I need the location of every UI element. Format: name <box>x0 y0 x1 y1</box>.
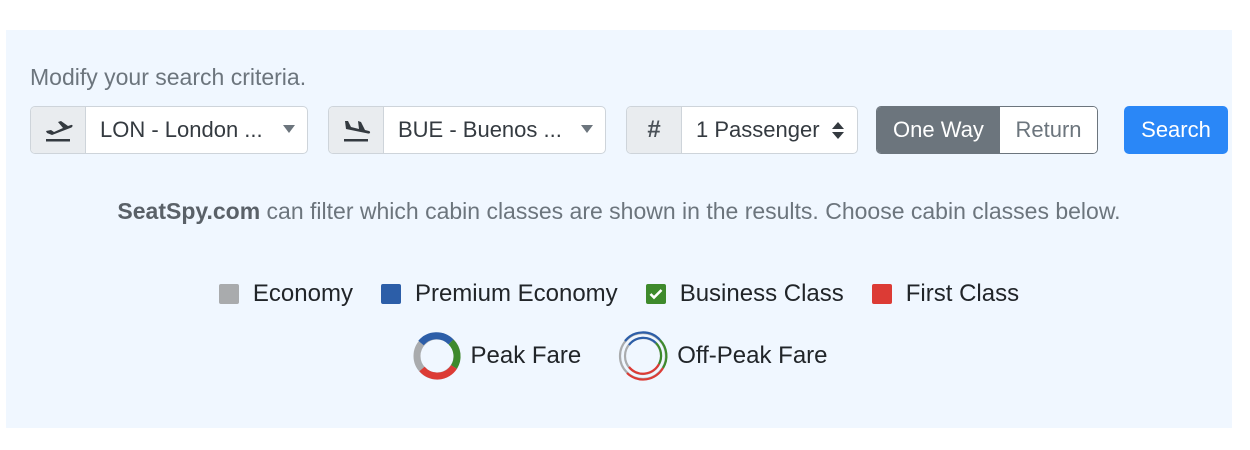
chevron-down-icon <box>581 125 593 133</box>
cabin-label: Business Class <box>679 280 844 307</box>
fare-legend: Peak Fare Off-Peak Fare <box>6 330 1232 382</box>
destination-value[interactable]: BUE - Buenos ... <box>384 107 605 153</box>
cabin-premium-economy[interactable]: Premium Economy <box>380 280 618 308</box>
destination-select[interactable]: BUE - Buenos ... <box>328 106 606 154</box>
cabin-label: Economy <box>252 280 353 307</box>
arrival-plane-icon <box>329 107 384 153</box>
trip-type-toggle[interactable]: One Way Return <box>876 106 1098 154</box>
return-button[interactable]: Return <box>1000 107 1097 153</box>
passenger-text: 1 Passenger <box>696 117 820 142</box>
departure-plane-icon <box>31 107 86 153</box>
cabin-first[interactable]: First Class <box>871 280 1020 308</box>
cabin-economy[interactable]: Economy <box>218 280 353 308</box>
cabin-legend: Economy Premium Economy Business Class F… <box>6 280 1232 308</box>
peak-fare-label: Peak Fare <box>470 342 582 369</box>
first-class-checkbox[interactable] <box>871 284 892 304</box>
origin-select[interactable]: LON - London ... <box>30 106 308 154</box>
off-peak-fare-ring-icon <box>619 331 668 381</box>
off-peak-fare-label: Off-Peak Fare <box>677 342 828 369</box>
origin-text: LON - London ... <box>100 117 263 142</box>
peak-fare-item: Peak Fare <box>411 330 582 382</box>
cabin-business[interactable]: Business Class <box>645 280 844 308</box>
peak-fare-ring-icon <box>413 332 461 380</box>
destination-text: BUE - Buenos ... <box>398 117 562 142</box>
search-button[interactable]: Search <box>1124 106 1228 154</box>
search-heading: Modify your search criteria. <box>30 64 307 90</box>
cabin-label: Premium Economy <box>414 280 618 307</box>
off-peak-fare-item: Off-Peak Fare <box>617 330 828 382</box>
passenger-value[interactable]: 1 Passenger <box>682 107 857 153</box>
one-way-button[interactable]: One Way <box>877 107 1000 153</box>
cabin-label: First Class <box>905 280 1020 307</box>
search-panel: Modify your search criteria. LON - Londo… <box>6 30 1232 428</box>
sort-icon <box>831 119 845 143</box>
check-icon <box>649 289 663 300</box>
cabin-filter-info: SeatSpy.com can filter which cabin class… <box>46 196 1192 226</box>
business-checkbox[interactable] <box>645 284 666 304</box>
origin-value[interactable]: LON - London ... <box>86 107 307 153</box>
brand-name: SeatSpy.com <box>117 198 261 224</box>
chevron-down-icon <box>283 125 295 133</box>
info-text: can filter which cabin classes are shown… <box>260 198 1121 224</box>
premium-economy-checkbox[interactable] <box>380 284 401 304</box>
hash-icon: # <box>627 107 682 153</box>
economy-checkbox[interactable] <box>218 284 239 304</box>
passenger-select[interactable]: # 1 Passenger <box>626 106 858 154</box>
